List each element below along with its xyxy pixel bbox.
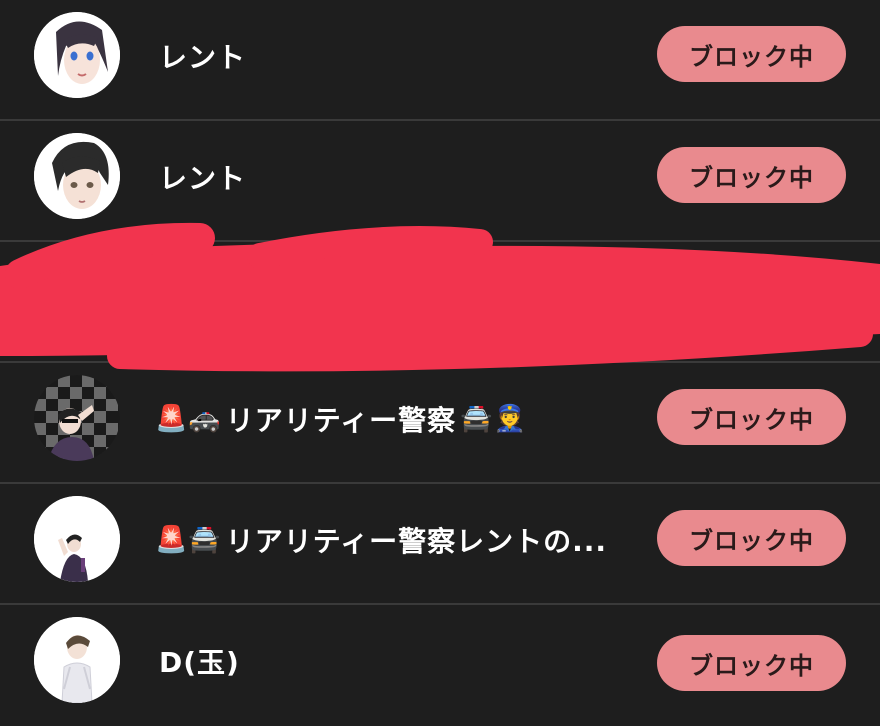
anime-boy-avatar-icon	[34, 133, 120, 219]
list-item: 🚨🚔 リアリティー警察レントの... ブロック中	[0, 484, 880, 605]
user-name: レント	[155, 36, 246, 76]
list-item-redacted	[0, 242, 880, 363]
siren-police-car-emoji: 🚨🚓	[155, 404, 222, 434]
list-item: レント ブロック中	[0, 0, 880, 121]
saluting-person-avatar-icon	[34, 496, 120, 582]
user-name-text: リアリティー警察レントの...	[225, 525, 607, 558]
user-name: レント	[155, 157, 246, 197]
police-car-officer-emoji: 🚔👮	[460, 404, 527, 434]
avatar[interactable]	[34, 133, 120, 219]
blocked-toggle-button[interactable]: ブロック中	[657, 510, 846, 566]
avatar[interactable]	[34, 496, 120, 582]
blocked-toggle-button[interactable]: ブロック中	[657, 389, 846, 445]
siren-police-car-emoji: 🚨🚔	[155, 525, 222, 555]
user-name: 🚨🚓 リアリティー警察 🚔👮	[155, 399, 527, 439]
user-name: D(玉)	[155, 641, 240, 681]
checkered-background-avatar-icon	[34, 375, 120, 461]
list-item: D(玉) ブロック中	[0, 605, 880, 726]
blocked-toggle-button[interactable]: ブロック中	[657, 147, 846, 203]
avatar[interactable]	[34, 12, 120, 98]
list-item: 🚨🚓 リアリティー警察 🚔👮 ブロック中	[0, 363, 880, 484]
standing-character-avatar-icon	[34, 617, 120, 703]
anime-girl-avatar-icon	[34, 12, 120, 98]
blocked-toggle-button[interactable]: ブロック中	[657, 26, 846, 82]
avatar[interactable]	[34, 617, 120, 703]
list-item: レント ブロック中	[0, 121, 880, 242]
user-name: 🚨🚔 リアリティー警察レントの...	[155, 520, 607, 560]
user-name-text: D(玉)	[159, 646, 240, 679]
blocked-toggle-button[interactable]: ブロック中	[657, 635, 846, 691]
user-name-text: レント	[159, 41, 247, 74]
avatar[interactable]	[34, 375, 120, 461]
user-name-text: リアリティー警察	[225, 404, 457, 437]
user-name-text: レント	[159, 162, 247, 195]
